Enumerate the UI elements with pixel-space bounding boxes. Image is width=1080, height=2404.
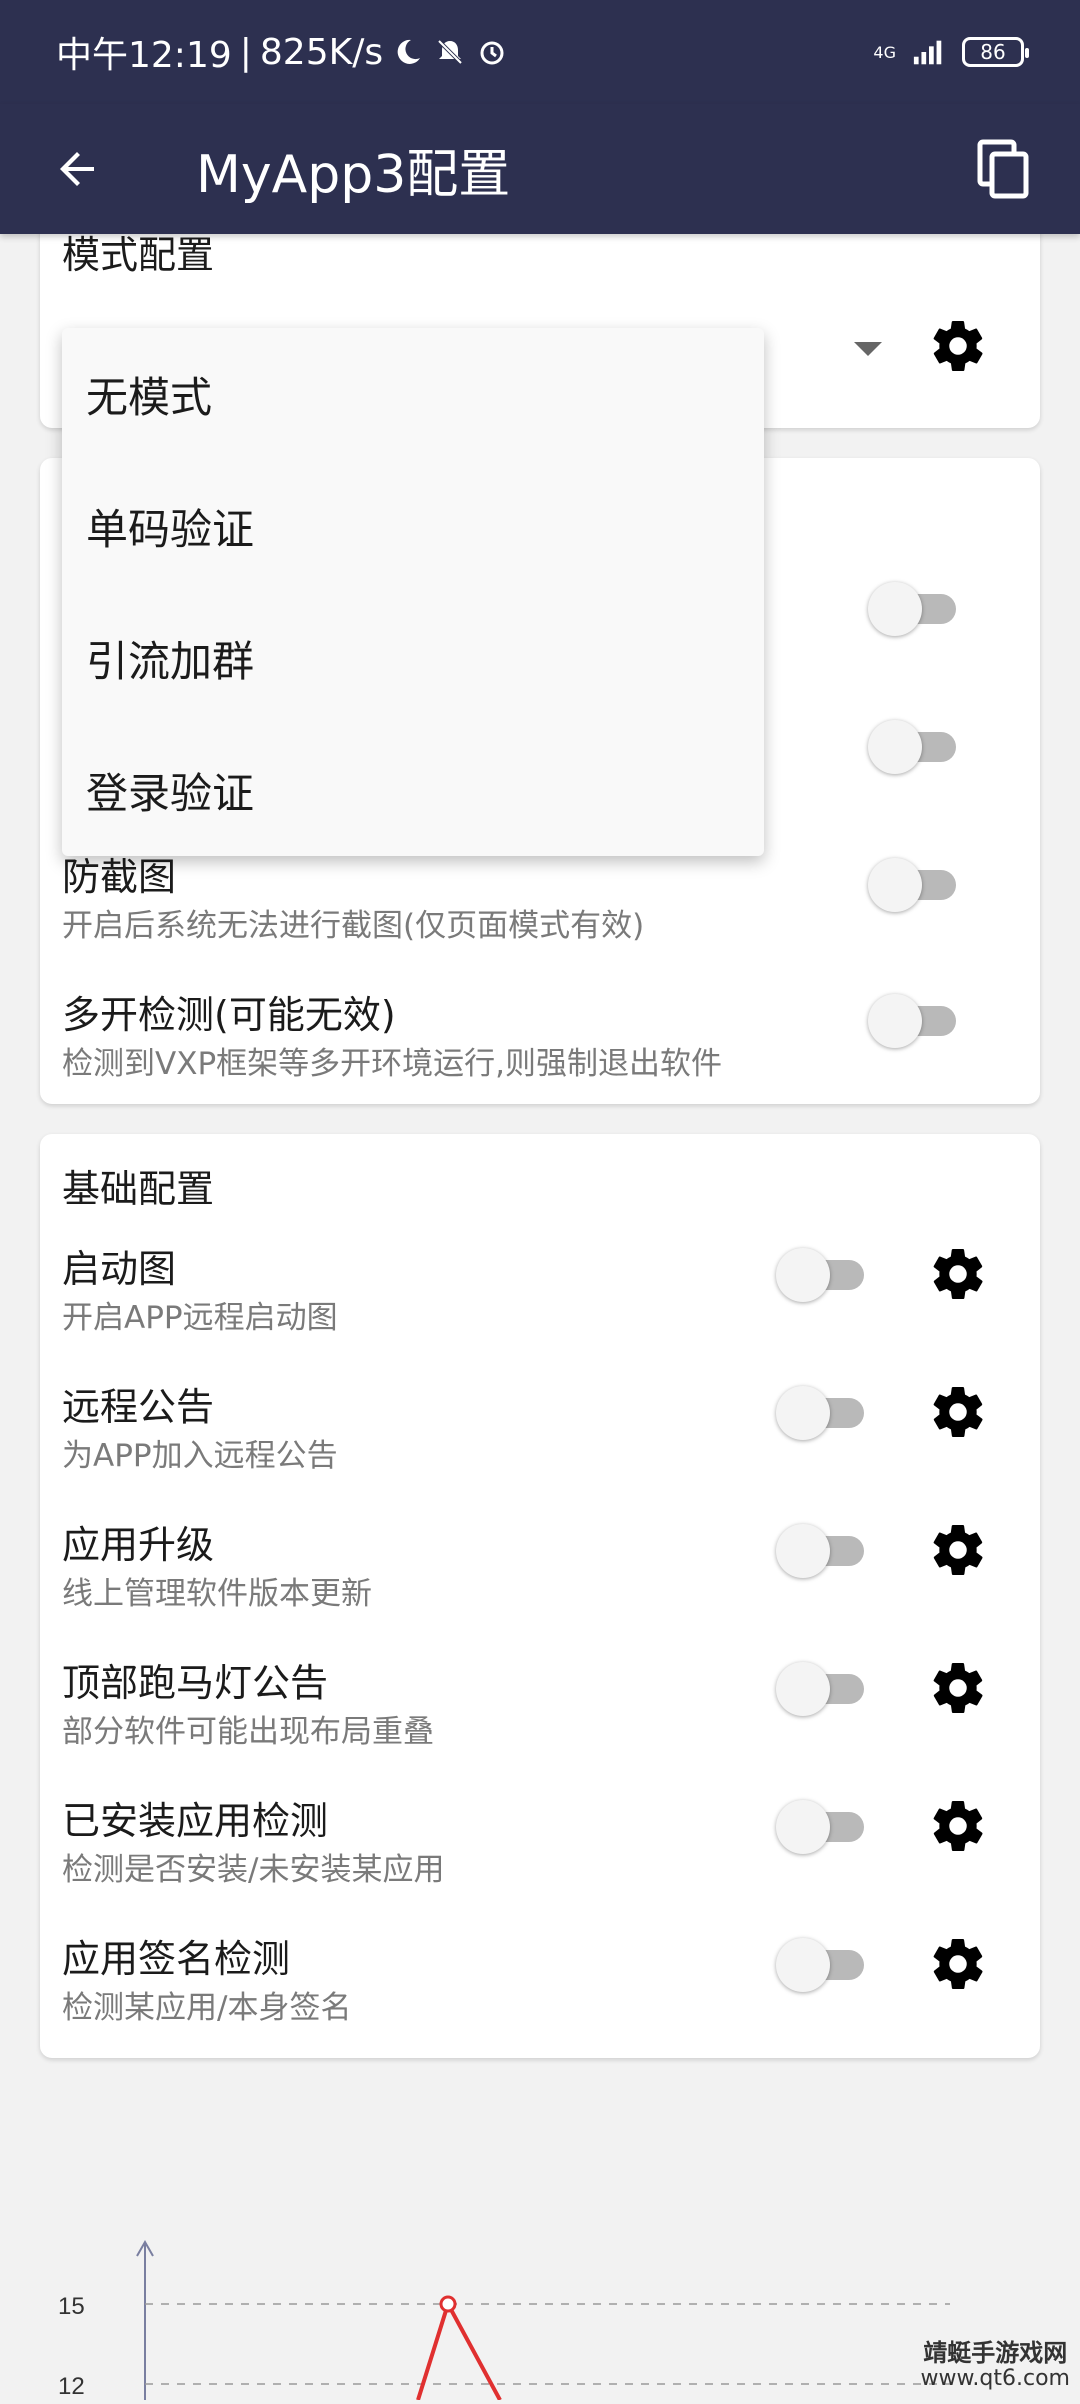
status-divider: | [239, 31, 252, 73]
chevron-down-icon [854, 342, 882, 356]
setting-label: 顶部跑马灯公告 [62, 1661, 329, 1705]
menu-item-no-mode[interactable]: 无模式 [62, 328, 764, 460]
setting-description: 检测到VXP框架等多开环境运行,则强制退出软件 [62, 1046, 722, 1082]
status-bar: 中午12:19 | 825K/s 4G 86 [0, 0, 1080, 104]
gear-icon[interactable] [928, 316, 988, 376]
toggle-switch[interactable] [776, 1382, 868, 1442]
setting-row: 启动图开启APP远程启动图 [62, 1230, 1022, 1350]
setting-description: 开启APP远程启动图 [62, 1300, 338, 1336]
moon-icon [391, 35, 425, 69]
watermark-url: www.qt6.com [920, 2366, 1070, 2391]
signal-icon [912, 35, 946, 69]
gear-icon[interactable] [928, 1934, 988, 1994]
basic-config-title: 基础配置 [62, 1167, 215, 1211]
gear-icon[interactable] [928, 1658, 988, 1718]
setting-description: 检测某应用/本身签名 [62, 1990, 352, 2026]
app-bar: MyApp3配置 [0, 104, 1080, 234]
gear-icon[interactable] [928, 1796, 988, 1856]
toggle-switch[interactable] [776, 1244, 868, 1304]
status-speed: 825K/s [259, 31, 384, 73]
setting-label: 多开检测(可能无效) [62, 993, 396, 1037]
setting-label: 应用签名检测 [62, 1937, 291, 1981]
setting-row: 已安装应用检测检测是否安装/未安装某应用 [62, 1782, 1022, 1902]
setting-description: 为APP加入远程公告 [62, 1438, 338, 1474]
setting-row: 应用签名检测检测某应用/本身签名 [62, 1920, 1022, 2040]
back-arrow-icon[interactable] [40, 131, 116, 207]
setting-row: 顶部跑马灯公告部分软件可能出现布局重叠 [62, 1644, 1022, 1764]
series-line [416, 2298, 502, 2401]
y-tick-label: 12 [58, 2373, 85, 2400]
setting-row: 应用升级线上管理软件版本更新 [62, 1506, 1022, 1626]
setting-description: 线上管理软件版本更新 [62, 1576, 372, 1612]
network-type: 4G [873, 42, 896, 62]
gear-icon[interactable] [928, 1382, 988, 1442]
setting-description: 检测是否安装/未安装某应用 [62, 1852, 445, 1888]
page-title: MyApp3配置 [196, 144, 511, 205]
toggle-switch[interactable] [868, 716, 960, 776]
gear-icon[interactable] [928, 1520, 988, 1580]
watermark-name: 靖蜓手游戏网 [923, 2339, 1068, 2367]
setting-label: 启动图 [62, 1247, 177, 1291]
setting-description: 开启后系统无法进行截图(仅页面模式有效) [62, 908, 645, 944]
data-point [439, 2295, 457, 2313]
setting-label: 已安装应用检测 [62, 1799, 329, 1843]
gear-icon[interactable] [928, 1244, 988, 1304]
line-chart: 15 12 靖蜓手游戏网 www.qt6.com [0, 2180, 1080, 2401]
toggle-switch[interactable] [776, 1934, 868, 1994]
copy-icon[interactable] [966, 131, 1042, 207]
status-time: 中午12:19 [56, 35, 232, 76]
battery-indicator: 86 [962, 37, 1029, 67]
toggle-switch[interactable] [776, 1520, 868, 1580]
status-bar-left: 中午12:19 | 825K/s [56, 26, 509, 78]
menu-item-join-group[interactable]: 引流加群 [62, 592, 764, 724]
toggle-switch[interactable] [776, 1796, 868, 1856]
multi-open-toggle[interactable] [868, 990, 960, 1050]
toggle-switch[interactable] [868, 578, 960, 638]
y-tick-label: 15 [58, 2293, 85, 2320]
setting-row-multi-open: 多开检测(可能无效) 检测到VXP框架等多开环境运行,则强制退出软件 [62, 976, 1022, 1096]
watermark: 靖蜓手游戏网 www.qt6.com [920, 2340, 1070, 2392]
basic-config-card: 基础配置 启动图开启APP远程启动图远程公告为APP加入远程公告应用升级线上管理… [40, 1134, 1040, 2058]
setting-row: 远程公告为APP加入远程公告 [62, 1368, 1022, 1488]
alarm-icon [475, 35, 509, 69]
menu-item-single-code[interactable]: 单码验证 [62, 460, 764, 592]
setting-label: 远程公告 [62, 1385, 215, 1429]
anti-screenshot-toggle[interactable] [868, 854, 960, 914]
setting-label: 应用升级 [62, 1523, 215, 1567]
setting-row-anti-screenshot: 防截图 开启后系统无法进行截图(仅页面模式有效) [62, 838, 1022, 958]
setting-description: 部分软件可能出现布局重叠 [62, 1714, 434, 1750]
menu-item-login-verify[interactable]: 登录验证 [62, 724, 764, 856]
status-bar-right: 4G 86 [873, 35, 1029, 69]
mode-dropdown-menu: 无模式 单码验证 引流加群 登录验证 [62, 328, 764, 856]
toggle-switch[interactable] [776, 1658, 868, 1718]
bell-off-icon [433, 35, 467, 69]
